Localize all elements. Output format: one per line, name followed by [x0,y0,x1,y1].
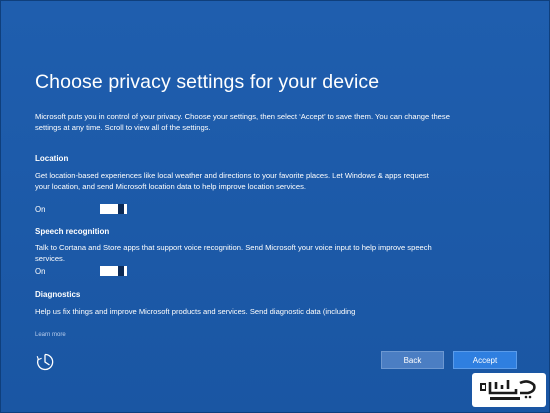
speech-toggle-row: On [35,266,155,278]
watermark-logo [472,373,546,407]
intro-text: Microsoft puts you in control of your pr… [35,112,450,132]
oobe-screen: Choose privacy settings for your device … [0,0,550,413]
speech-recognition-description: Talk to Cortana and Store apps that supp… [35,243,432,263]
ease-of-access-icon[interactable] [34,351,56,373]
page-title: Choose privacy settings for your device [35,71,380,93]
location-toggle[interactable] [100,204,127,214]
location-heading: Location [35,154,69,163]
toggle-knob [118,204,124,214]
toggle-knob [118,266,124,276]
learn-more-link[interactable]: Learn more [35,332,66,338]
accept-button[interactable]: Accept [453,351,517,369]
speech-recognition-toggle[interactable] [100,266,127,276]
location-toggle-row: On [35,204,155,216]
speech-recognition-heading: Speech recognition [35,227,110,236]
diagnostics-description: Help us fix things and improve Microsoft… [35,307,356,316]
click-ir-logo-icon [480,380,536,400]
diagnostics-heading: Diagnostics [35,290,81,299]
back-button[interactable]: Back [381,351,444,369]
location-toggle-label: On [35,205,46,214]
speech-toggle-label: On [35,267,46,276]
location-description: Get location-based experiences like loca… [35,171,429,191]
